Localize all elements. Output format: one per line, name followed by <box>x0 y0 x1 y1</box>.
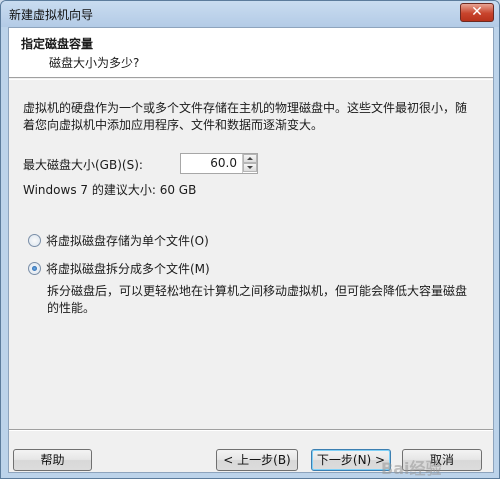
disk-size-stepper[interactable]: 60.0 <box>180 153 258 174</box>
recommended-size-text: Windows 7 的建议大小: 60 GB <box>23 183 197 197</box>
description-text: 虚拟机的硬盘作为一个或多个文件存储在主机的物理磁盘中。这些文件最初很小，随着您向… <box>23 101 468 132</box>
title-bar[interactable]: 新建虚拟机向导 ✕ <box>1 1 499 27</box>
footer-divider-highlight <box>9 430 493 431</box>
close-icon: ✕ <box>471 4 483 20</box>
disk-size-label: 最大磁盘大小(GB)(S): <box>23 158 143 172</box>
page-subtitle: 磁盘大小为多少? <box>49 56 140 70</box>
stepper-up-icon[interactable] <box>243 154 257 163</box>
help-button[interactable]: 帮助 <box>13 449 92 471</box>
radio-button-split[interactable] <box>28 262 41 275</box>
wizard-content: 指定磁盘容量 磁盘大小为多少? 虚拟机的硬盘作为一个或多个文件存储在主机的物理磁… <box>8 27 494 478</box>
disk-size-value[interactable]: 60.0 <box>210 156 237 170</box>
close-button[interactable]: ✕ <box>460 3 494 22</box>
radio-button-single[interactable] <box>28 234 41 247</box>
wizard-header: 指定磁盘容量 磁盘大小为多少? <box>9 28 493 78</box>
back-button[interactable]: < 上一步(B) <box>216 449 298 471</box>
stepper-buttons <box>242 154 257 173</box>
stepper-down-icon[interactable] <box>243 163 257 172</box>
cancel-button[interactable]: 取消 <box>402 449 482 471</box>
next-button[interactable]: 下一步(N) > <box>311 449 391 471</box>
radio-split-label[interactable]: 将虚拟磁盘拆分成多个文件(M) <box>46 261 210 278</box>
split-description: 拆分磁盘后，可以更轻松地在计算机之间移动虚拟机，但可能会降低大容量磁盘的性能。 <box>47 284 468 315</box>
wizard-window: 新建虚拟机向导 ✕ 指定磁盘容量 磁盘大小为多少? 虚拟机的硬盘作为一个或多个文… <box>0 0 500 479</box>
header-divider <box>9 79 493 80</box>
radio-single-label[interactable]: 将虚拟磁盘存储为单个文件(O) <box>46 233 209 250</box>
window-title: 新建虚拟机向导 <box>9 8 94 22</box>
page-title: 指定磁盘容量 <box>21 37 94 51</box>
